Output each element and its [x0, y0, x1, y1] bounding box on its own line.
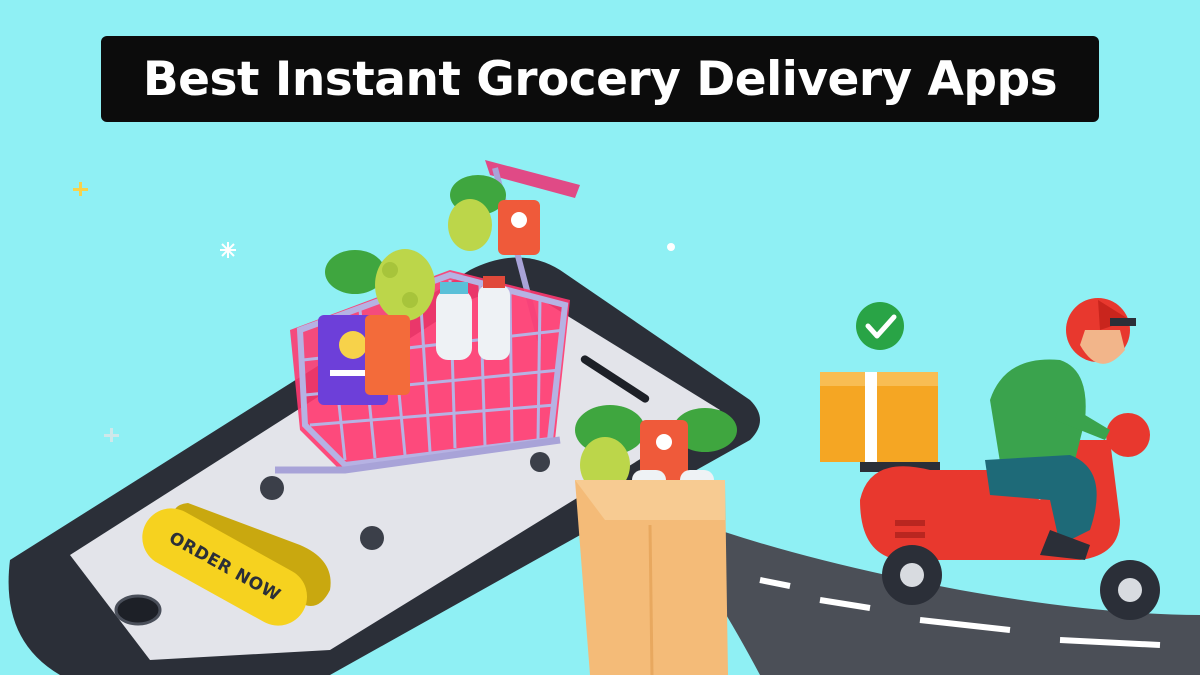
sparkle-icon: [667, 243, 675, 251]
page-title: Best Instant Grocery Delivery Apps: [142, 51, 1058, 107]
grocery-bag-icon: [575, 405, 737, 675]
check-circle-icon: [856, 302, 904, 350]
title-banner: Best Instant Grocery Delivery Apps: [101, 36, 1099, 122]
sparkle-icon: [104, 428, 119, 442]
sparkle-icon: [220, 242, 236, 258]
banner-canvas: ORDER NOW Best Instant Grocery Delivery …: [0, 0, 1200, 675]
helmet-icon: [1066, 298, 1136, 364]
sparkle-icon: [73, 182, 88, 196]
